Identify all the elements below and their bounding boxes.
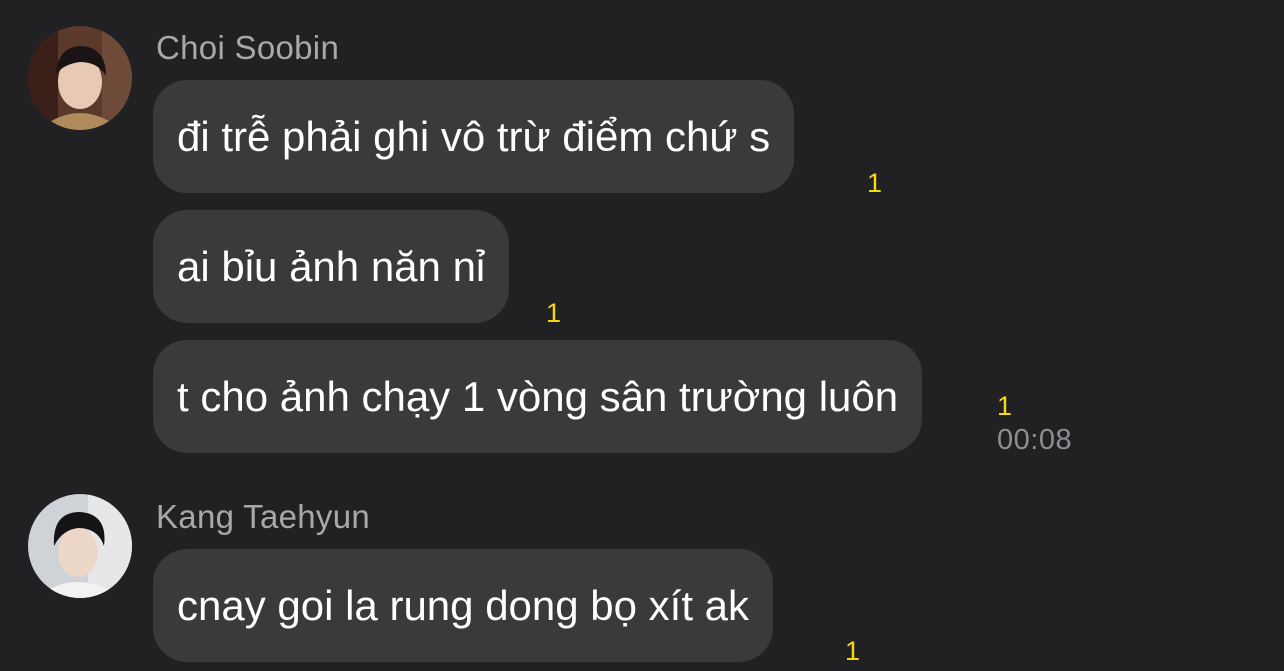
user-photo-avatar-icon [28, 494, 132, 598]
message-bubble[interactable]: đi trễ phải ghi vô trừ điểm chứ s [153, 80, 795, 193]
unread-count: 1 [997, 391, 1013, 421]
avatar-kang-taehyun[interactable] [28, 494, 132, 598]
unread-count: 1 [867, 168, 883, 198]
sender-name: Choi Soobin [156, 29, 340, 66]
user-photo-avatar-icon [28, 26, 132, 130]
message-bubble[interactable]: t cho ảnh chạy 1 vòng sân trường luôn [153, 340, 923, 453]
unread-count: 1 [546, 298, 562, 328]
sender-name: Kang Taehyun [156, 498, 371, 535]
message-text: đi trễ phải ghi vô trừ điểm chứ s [177, 112, 771, 160]
message-text: cnay goi la rung dong bọ xít ak [177, 581, 750, 629]
message-text: t cho ảnh chạy 1 vòng sân trường luôn [177, 372, 899, 420]
avatar-choi-soobin[interactable] [28, 26, 132, 130]
message-bubble[interactable]: cnay goi la rung dong bọ xít ak [153, 549, 774, 662]
message-bubble[interactable]: ai bỉu ảnh năn nỉ [153, 210, 510, 323]
message-timestamp: 00:08 [997, 424, 1073, 456]
message-text: ai bỉu ảnh năn nỉ [177, 242, 486, 290]
unread-count: 1 [845, 636, 861, 666]
